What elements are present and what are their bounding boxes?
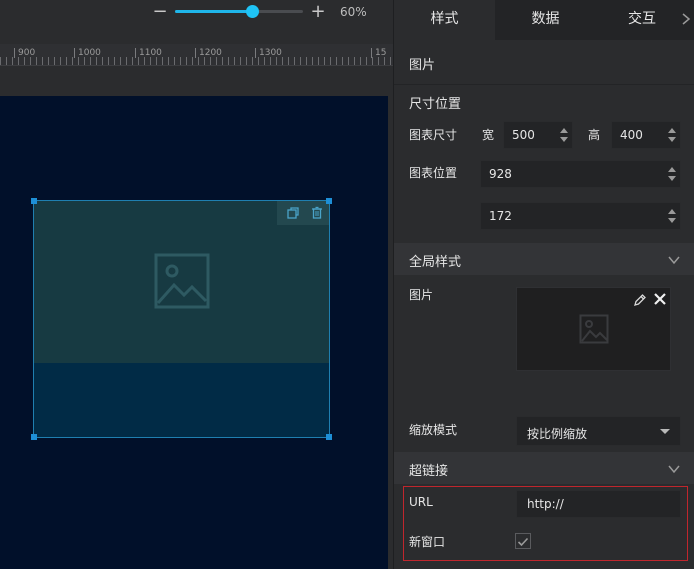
horizontal-ruler: 900 1000 1100 1200 1300 15 <box>0 44 393 66</box>
stepper-icon[interactable] <box>559 125 569 145</box>
pencil-icon[interactable] <box>633 293 647 307</box>
resize-handle-bottom-left[interactable] <box>31 434 37 440</box>
new-window-label: 新窗口 <box>409 535 446 549</box>
y-position-input[interactable]: 172 <box>480 202 681 230</box>
global-style-header[interactable]: 全局样式 <box>394 243 694 275</box>
ruler-label: 1200 <box>195 48 222 58</box>
section-title: 尺寸位置 <box>409 97 462 112</box>
hyperlink-header[interactable]: 超链接 <box>394 452 694 484</box>
zoom-slider-fill <box>175 10 252 13</box>
tab-data[interactable]: 数据 <box>495 0 596 40</box>
zoom-value: 60% <box>340 5 367 19</box>
stepper-icon[interactable] <box>667 206 677 226</box>
image-label: 图片 <box>409 288 434 302</box>
y-position-value: 172 <box>489 209 512 223</box>
scale-mode-select[interactable]: 按比例缩放 <box>516 416 681 446</box>
resize-handle-top-left[interactable] <box>31 198 37 204</box>
copy-icon[interactable] <box>285 205 301 221</box>
section-title: 超链接 <box>409 464 449 479</box>
size-position-header: 尺寸位置 <box>394 84 694 116</box>
ruler-label: 1300 <box>255 48 282 58</box>
height-value: 400 <box>620 128 643 142</box>
zoom-out-button[interactable]: − <box>151 3 169 21</box>
width-label: 宽 <box>482 128 495 142</box>
design-canvas[interactable] <box>0 96 388 569</box>
chevron-right-icon[interactable] <box>679 12 693 26</box>
chart-size-label: 图表尺寸 <box>409 128 458 142</box>
ruler-label: 1100 <box>135 48 162 58</box>
panel-tabs: 样式 数据 交互 <box>394 0 694 40</box>
resize-handle-bottom-right[interactable] <box>326 434 332 440</box>
scale-mode-label: 缩放模式 <box>409 423 458 437</box>
trash-icon[interactable] <box>309 205 325 221</box>
component-title: 图片 <box>409 58 436 73</box>
image-placeholder-icon <box>579 314 609 344</box>
image-upload-box[interactable] <box>516 287 671 371</box>
chevron-down-icon[interactable] <box>667 462 681 476</box>
x-position-value: 928 <box>489 167 512 181</box>
checkmark-icon <box>517 537 529 547</box>
url-input[interactable]: http:// <box>516 490 681 518</box>
close-icon[interactable] <box>653 292 667 306</box>
zoom-slider-thumb[interactable] <box>245 5 259 18</box>
url-label: URL <box>409 495 433 509</box>
ruler-label: 15 <box>371 48 386 58</box>
chevron-down-icon[interactable] <box>667 253 681 267</box>
ruler-label: 900 <box>14 48 35 58</box>
tab-style[interactable]: 样式 <box>394 0 495 40</box>
new-window-checkbox[interactable] <box>515 533 531 549</box>
canvas-area: − + 60% 900 1000 1100 1200 1300 15 <box>0 0 393 569</box>
properties-panel: 样式 数据 交互 图片 尺寸位置 图表尺寸 宽 500 高 400 图表位置 9… <box>393 0 694 569</box>
zoom-bar: − + 60% <box>0 0 393 26</box>
zoom-slider[interactable] <box>175 5 303 18</box>
ruler-ticks <box>0 57 393 65</box>
image-widget-lower <box>34 363 329 437</box>
stepper-icon[interactable] <box>667 164 677 184</box>
image-placeholder-icon <box>154 253 210 309</box>
section-title: 全局样式 <box>409 255 462 270</box>
width-input[interactable]: 500 <box>503 121 573 149</box>
stepper-icon[interactable] <box>667 125 677 145</box>
chart-position-label: 图表位置 <box>409 166 458 180</box>
height-input[interactable]: 400 <box>611 121 681 149</box>
ruler-label: 1000 <box>74 48 101 58</box>
width-value: 500 <box>512 128 535 142</box>
image-widget-preview <box>34 201 329 363</box>
scale-mode-value: 按比例缩放 <box>527 427 588 441</box>
widget-toolbar <box>277 201 329 225</box>
height-label: 高 <box>588 128 601 142</box>
url-value: http:// <box>527 497 564 511</box>
caret-down-icon <box>660 429 670 434</box>
tab-interaction[interactable]: 交互 <box>596 0 688 40</box>
zoom-in-button[interactable]: + <box>309 3 327 21</box>
image-widget[interactable] <box>31 198 332 440</box>
x-position-input[interactable]: 928 <box>480 160 681 188</box>
resize-handle-top-right[interactable] <box>326 198 332 204</box>
